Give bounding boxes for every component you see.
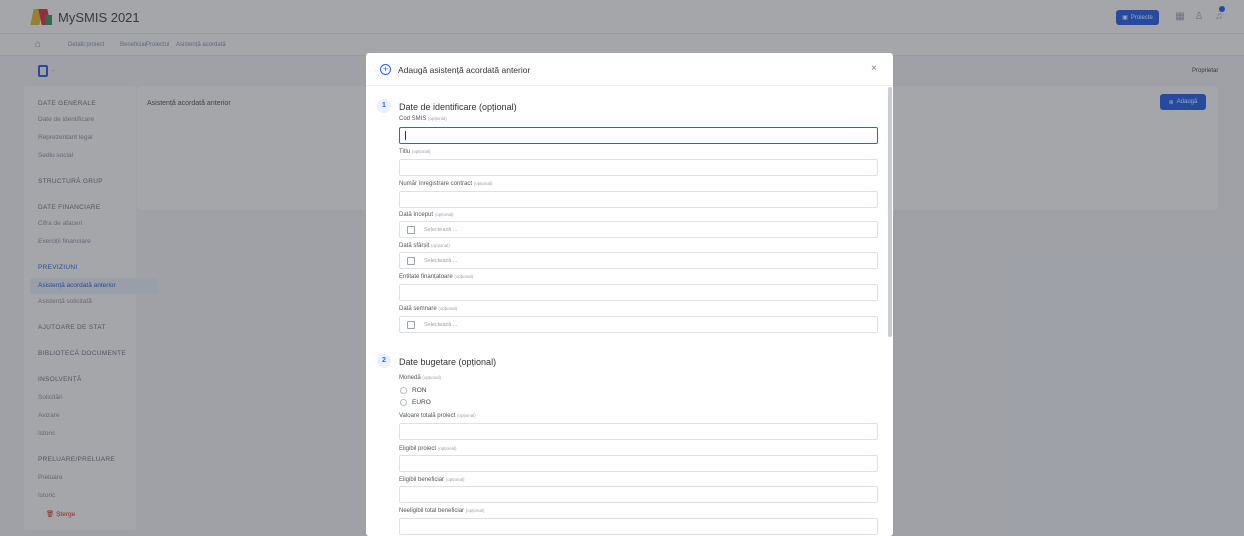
- eligibil-proiect-input[interactable]: [399, 455, 878, 472]
- eligibil-beneficiar-input[interactable]: [399, 486, 878, 503]
- modal-title: Adaugă asistență acordată anterior: [398, 65, 531, 75]
- section-title: Date de identificare (opțional): [399, 102, 517, 112]
- section-number: 1: [377, 99, 391, 113]
- calendar-icon: [407, 257, 415, 265]
- field-label-eligibil-beneficiar: Eligibil beneficiar (opțional): [399, 477, 465, 483]
- valoare-totala-input[interactable]: [399, 423, 878, 440]
- data-inceput-datepicker[interactable]: Selectează ...: [399, 221, 878, 238]
- calendar-icon: [407, 321, 415, 329]
- close-icon[interactable]: ×: [871, 63, 877, 74]
- field-label-entitate: Entitate finanțatoare (opțional): [399, 274, 474, 280]
- neeligibil-input[interactable]: [399, 518, 878, 535]
- field-label-data-sfarsit: Dată sfârșit (opțional): [399, 243, 450, 249]
- field-label-eligibil-proiect: Eligibil proiect (opțional): [399, 446, 457, 452]
- cod-smis-input[interactable]: [399, 127, 878, 144]
- data-semnare-datepicker[interactable]: Selectează ...: [399, 316, 878, 333]
- modal-header: + Adaugă asistență acordată anterior ×: [366, 53, 893, 86]
- field-label-data-inceput: Dată început (opțional): [399, 212, 454, 218]
- field-label-neeligibil: Neeligibil total beneficiar (opțional): [399, 508, 485, 514]
- currency-radio-ron[interactable]: RON: [400, 387, 426, 394]
- field-label-titlu: Titlu (opțional): [399, 149, 431, 155]
- add-assistance-modal: + Adaugă asistență acordată anterior × 1…: [366, 53, 893, 536]
- entitate-input[interactable]: [399, 284, 878, 301]
- numar-contract-input[interactable]: [399, 191, 878, 208]
- section-title: Date bugetare (opțional): [399, 357, 497, 367]
- field-label-cod-smis: Cod SMIS (opțional): [399, 116, 447, 122]
- field-label-valoare-totala: Valoare totală proiect (opțional): [399, 413, 476, 419]
- currency-radio-euro[interactable]: EURO: [400, 399, 431, 406]
- calendar-icon: [407, 226, 415, 234]
- section-number: 2: [377, 354, 391, 368]
- titlu-input[interactable]: [399, 159, 878, 176]
- data-sfarsit-datepicker[interactable]: Selectează ...: [399, 252, 878, 269]
- field-label-moneda: Monedă (opțional): [399, 375, 442, 381]
- field-label-data-semnare: Dată semnare (opțional): [399, 306, 458, 312]
- modal-scrollbar[interactable]: [888, 87, 892, 337]
- field-label-numar-contract: Număr înregistrare contract (opțional): [399, 181, 493, 187]
- plus-circle-icon: +: [380, 64, 391, 75]
